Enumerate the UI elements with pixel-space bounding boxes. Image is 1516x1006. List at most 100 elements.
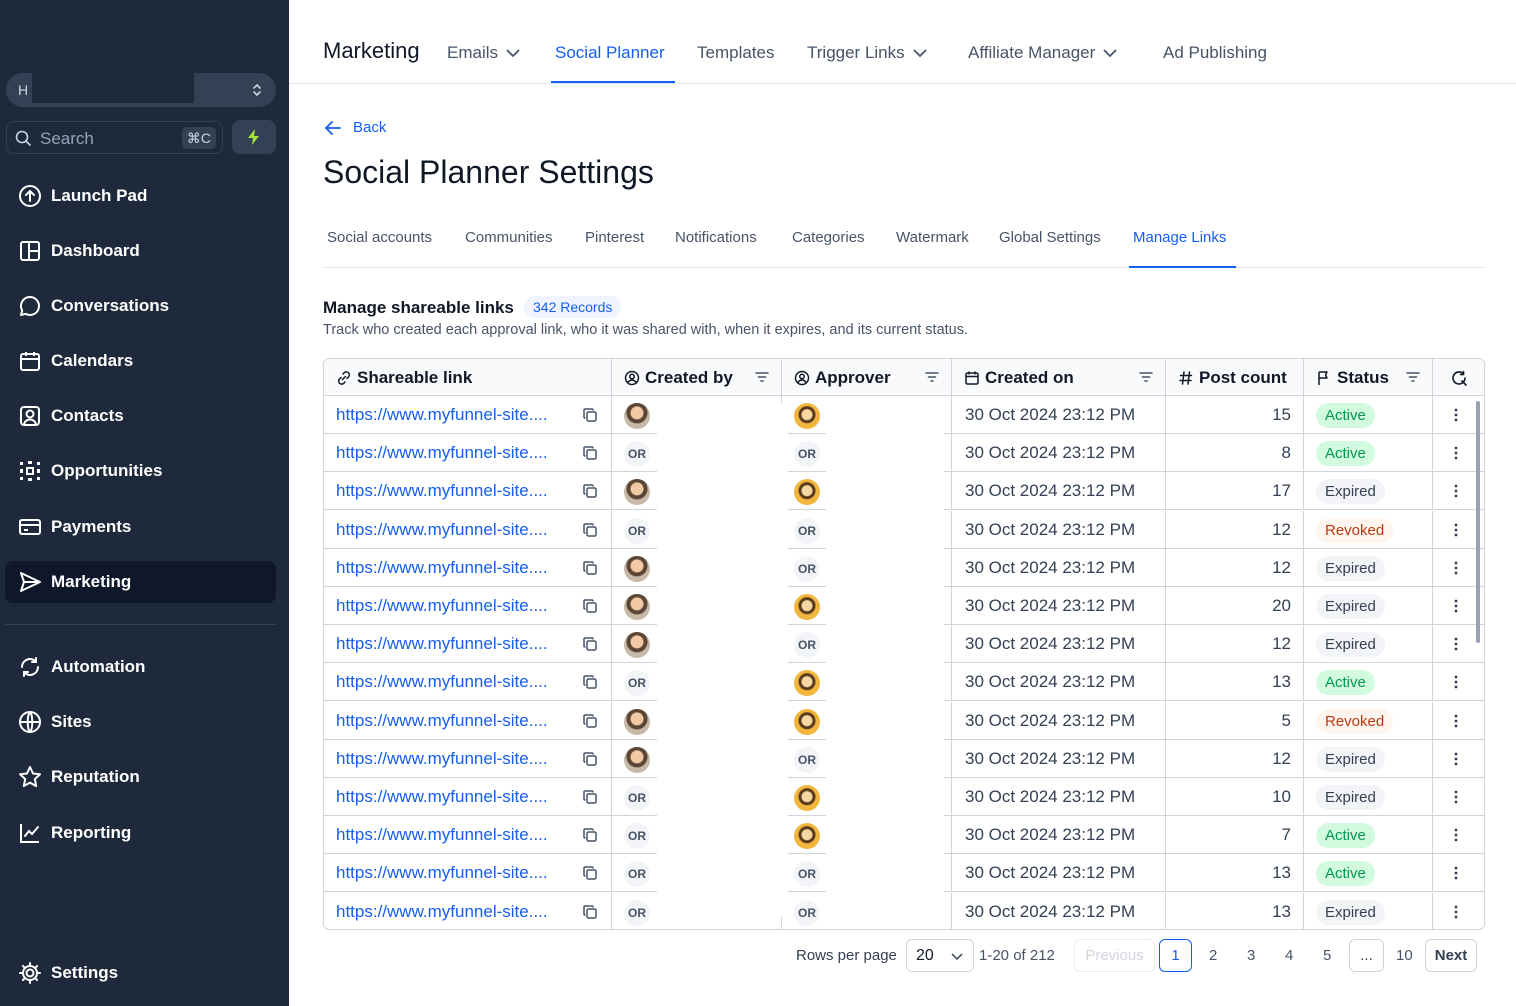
sidebar-item-marketing[interactable]: Marketing	[5, 561, 276, 603]
previous-page-button[interactable]: Previous	[1074, 939, 1155, 972]
copy-icon[interactable]	[582, 865, 598, 881]
page-button-4[interactable]: 4	[1285, 947, 1293, 964]
status-badge: Active	[1316, 823, 1375, 849]
page-button-10[interactable]: 10	[1396, 947, 1413, 964]
sidebar-item-opportunities[interactable]: Opportunities	[5, 450, 276, 492]
more-vertical-icon[interactable]	[1454, 790, 1458, 804]
copy-icon[interactable]	[582, 560, 598, 576]
column-header-created-by[interactable]: Created by	[612, 359, 782, 396]
quick-actions-button[interactable]	[232, 120, 276, 154]
shareable-link[interactable]: https://www.myfunnel-site....	[336, 520, 548, 540]
more-vertical-icon[interactable]	[1454, 675, 1458, 689]
copy-icon[interactable]	[582, 483, 598, 499]
tab-templates[interactable]: Templates	[697, 43, 774, 63]
subtab-pinterest[interactable]: Pinterest	[585, 229, 644, 246]
column-header-approver[interactable]: Approver	[782, 359, 952, 396]
subtab-notifications[interactable]: Notifications	[675, 229, 757, 246]
shareable-link[interactable]: https://www.myfunnel-site....	[336, 443, 548, 463]
shareable-link[interactable]: https://www.myfunnel-site....	[336, 634, 548, 654]
tab-trigger-links[interactable]: Trigger Links	[807, 43, 927, 63]
copy-icon[interactable]	[582, 598, 598, 614]
sidebar-item-dashboard[interactable]: Dashboard	[5, 230, 276, 272]
sidebar: H Search ⌘C Launch Pad Dashboard Convers…	[0, 0, 289, 1006]
sidebar-item-conversations[interactable]: Conversations	[5, 285, 276, 327]
next-page-button[interactable]: Next	[1425, 939, 1477, 972]
search-input[interactable]: Search ⌘C	[6, 121, 223, 154]
copy-icon[interactable]	[582, 636, 598, 652]
page-button-3[interactable]: 3	[1247, 947, 1255, 964]
more-vertical-icon[interactable]	[1454, 561, 1458, 575]
page-button-2[interactable]: 2	[1209, 947, 1217, 964]
sidebar-item-launch-pad[interactable]: Launch Pad	[5, 175, 276, 217]
column-header-shareable-link[interactable]: Shareable link	[324, 359, 612, 396]
cell-status: Revoked	[1304, 510, 1433, 549]
more-vertical-icon[interactable]	[1454, 599, 1458, 613]
copy-icon[interactable]	[582, 789, 598, 805]
subtab-watermark[interactable]: Watermark	[896, 229, 969, 246]
copy-icon[interactable]	[582, 751, 598, 767]
shareable-link[interactable]: https://www.myfunnel-site....	[336, 749, 548, 769]
shareable-link[interactable]: https://www.myfunnel-site....	[336, 863, 548, 883]
page-button-5[interactable]: 5	[1323, 947, 1331, 964]
more-vertical-icon[interactable]	[1454, 523, 1458, 537]
page-button-1[interactable]: 1	[1159, 939, 1192, 972]
pagination-ellipsis-button[interactable]: ...	[1349, 939, 1384, 972]
sidebar-item-settings[interactable]: Settings	[5, 952, 276, 994]
shareable-link[interactable]: https://www.myfunnel-site....	[336, 596, 548, 616]
sidebar-item-automation[interactable]: Automation	[5, 646, 276, 688]
tab-ad-publishing[interactable]: Ad Publishing	[1163, 43, 1267, 63]
shareable-link[interactable]: https://www.myfunnel-site....	[336, 405, 548, 425]
filter-icon[interactable]	[925, 371, 939, 383]
copy-icon[interactable]	[582, 904, 598, 920]
shareable-link[interactable]: https://www.myfunnel-site....	[336, 902, 548, 922]
copy-icon[interactable]	[582, 522, 598, 538]
rows-per-page-select[interactable]: 20	[906, 939, 974, 972]
creator-avatar	[624, 403, 650, 429]
copy-icon[interactable]	[582, 674, 598, 690]
subtab-global-settings[interactable]: Global Settings	[999, 229, 1101, 246]
sidebar-item-reporting[interactable]: Reporting	[5, 812, 276, 854]
more-vertical-icon[interactable]	[1454, 828, 1458, 842]
copy-icon[interactable]	[582, 445, 598, 461]
more-vertical-icon[interactable]	[1454, 408, 1458, 422]
shareable-link[interactable]: https://www.myfunnel-site....	[336, 825, 548, 845]
cell-actions	[1433, 893, 1484, 929]
column-header-post-count[interactable]: Post count	[1166, 359, 1304, 396]
table-scrollbar[interactable]	[1476, 401, 1480, 643]
sidebar-item-reputation[interactable]: Reputation	[5, 756, 276, 798]
refresh-search-icon[interactable]	[1451, 370, 1468, 387]
more-vertical-icon[interactable]	[1454, 637, 1458, 651]
more-vertical-icon[interactable]	[1454, 905, 1458, 919]
subtab-categories[interactable]: Categories	[792, 229, 865, 246]
tab-affiliate-manager[interactable]: Affiliate Manager	[968, 43, 1117, 63]
column-header-actions[interactable]	[1433, 359, 1484, 396]
more-vertical-icon[interactable]	[1454, 484, 1458, 498]
filter-icon[interactable]	[1406, 371, 1420, 383]
subtab-communities[interactable]: Communities	[465, 229, 553, 246]
tab-social-planner[interactable]: Social Planner	[555, 43, 665, 63]
sidebar-item-contacts[interactable]: Contacts	[5, 395, 276, 437]
shareable-link[interactable]: https://www.myfunnel-site....	[336, 558, 548, 578]
shareable-link[interactable]: https://www.myfunnel-site....	[336, 481, 548, 501]
tab-emails[interactable]: Emails	[447, 43, 520, 63]
more-vertical-icon[interactable]	[1454, 714, 1458, 728]
more-vertical-icon[interactable]	[1454, 866, 1458, 880]
shareable-link[interactable]: https://www.myfunnel-site....	[336, 672, 548, 692]
copy-icon[interactable]	[582, 713, 598, 729]
more-vertical-icon[interactable]	[1454, 752, 1458, 766]
shareable-link[interactable]: https://www.myfunnel-site....	[336, 787, 548, 807]
sidebar-item-calendars[interactable]: Calendars	[5, 340, 276, 382]
column-header-created-on[interactable]: Created on	[952, 359, 1166, 396]
more-vertical-icon[interactable]	[1454, 446, 1458, 460]
sidebar-item-payments[interactable]: Payments	[5, 506, 276, 548]
copy-icon[interactable]	[582, 827, 598, 843]
filter-icon[interactable]	[755, 371, 769, 383]
location-switcher[interactable]: H	[6, 73, 276, 107]
filter-icon[interactable]	[1139, 371, 1153, 383]
shareable-link[interactable]: https://www.myfunnel-site....	[336, 711, 548, 731]
subtab-social-accounts[interactable]: Social accounts	[327, 229, 432, 246]
sidebar-item-sites[interactable]: Sites	[5, 701, 276, 743]
copy-icon[interactable]	[582, 407, 598, 423]
column-header-status[interactable]: Status	[1304, 359, 1433, 396]
subtab-manage-links[interactable]: Manage Links	[1133, 229, 1226, 246]
